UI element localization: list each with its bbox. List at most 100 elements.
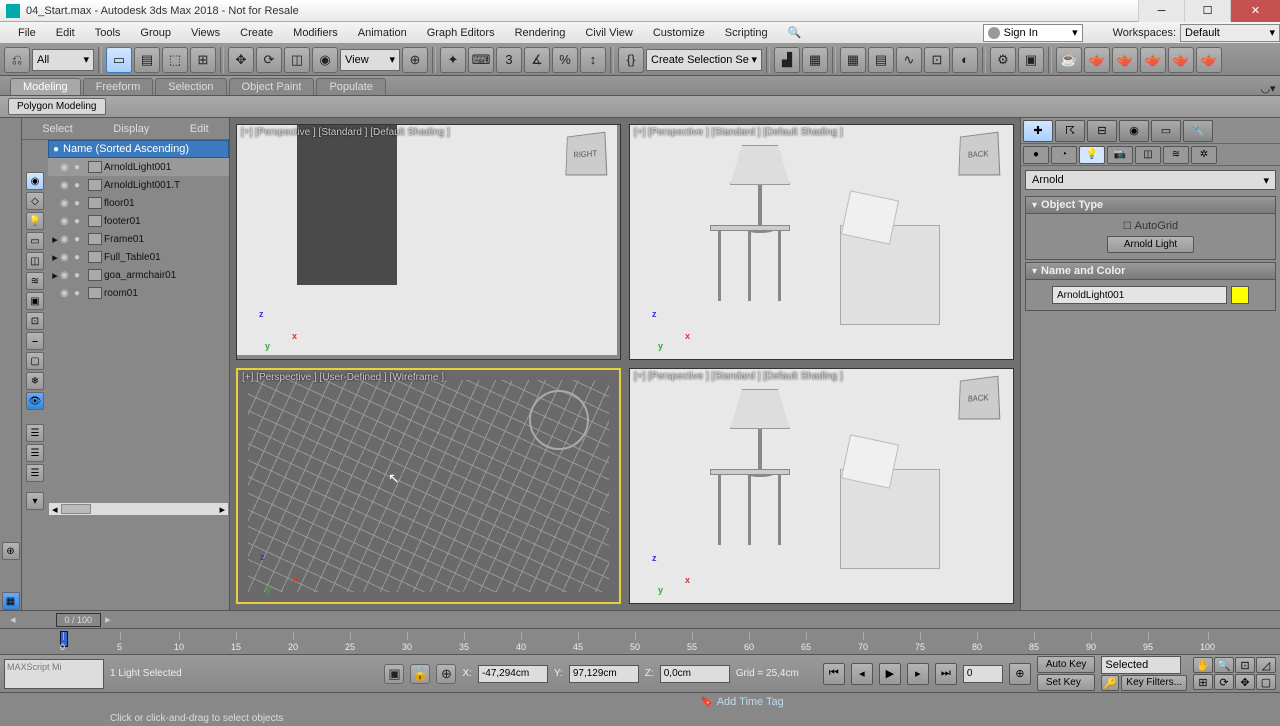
outliner-row[interactable]: ◉●ArnoldLight001.T [48,176,229,194]
name-color-rollout[interactable]: ▾ Name and Color [1025,262,1276,280]
pan-icon[interactable]: ✋ [1193,657,1213,673]
teapot3-icon[interactable]: 🫖 [1140,47,1166,73]
outliner-header[interactable]: ● Name (Sorted Ascending) [48,140,229,158]
ribbon-modeling[interactable]: Modeling [10,78,81,95]
max-toggle-icon[interactable]: ▢ [1256,674,1276,690]
autogrid-checkbox[interactable]: ☐ AutoGrid [1123,220,1178,232]
spacewarp-subtab-icon[interactable]: ≋ [1163,146,1189,164]
render-prod-icon[interactable]: ☕ [1056,47,1082,73]
sort-icon[interactable]: ▾ [26,492,44,510]
zoom-ext-icon[interactable]: ⊞ [1193,674,1213,690]
menu-grapheditors[interactable]: Graph Editors [417,22,505,43]
mirror-icon[interactable]: ▟ [774,47,800,73]
key-mode-icon[interactable]: 🔑 [1101,675,1119,691]
align-icon[interactable]: ▦ [802,47,828,73]
snap-3d-icon[interactable]: 3 [496,47,522,73]
setkey-button[interactable]: Set Key [1037,674,1096,691]
menu-customize[interactable]: Customize [643,22,715,43]
display-child-icon[interactable]: ☰ [26,424,44,442]
polygon-modeling-panel[interactable]: Polygon Modeling [8,98,106,115]
lock-icon[interactable]: 🔒 [410,664,430,684]
goto-end-icon[interactable]: ⏭ [935,663,957,685]
menu-file[interactable]: File [8,22,46,43]
filter-container-icon[interactable]: ▢ [26,352,44,370]
move-icon[interactable]: ✥ [228,47,254,73]
motion-tab-icon[interactable]: ◉ [1119,120,1149,142]
menu-create[interactable]: Create [230,22,283,43]
edit-sel-set-icon[interactable]: {} [618,47,644,73]
y-coord-input[interactable]: 97,129cm [569,665,639,683]
autokey-button[interactable]: Auto Key [1037,656,1096,673]
frame-indicator[interactable]: 0 / 100 [56,613,102,627]
ref-coord-dropdown[interactable]: View▾ [340,49,400,71]
systems-subtab-icon[interactable]: ✲ [1191,146,1217,164]
current-frame-input[interactable]: 0 [963,665,1003,683]
menu-group[interactable]: Group [130,22,181,43]
ribbon-objectpaint[interactable]: Object Paint [229,78,315,95]
rotate-icon[interactable]: ⟳ [256,47,282,73]
toggle-ribbon-icon[interactable]: ▤ [868,47,894,73]
schematic-view-icon[interactable]: ⊡ [924,47,950,73]
modify-tab-icon[interactable]: ☈ [1055,120,1085,142]
manipulate-icon[interactable]: ✦ [440,47,466,73]
minimize-button[interactable]: ─ [1138,0,1184,22]
zoom-all-icon[interactable]: ⊡ [1235,657,1255,673]
filter-bone-icon[interactable]: ⎯ [26,332,44,350]
time-tag-bar[interactable]: 🔖Add Time Tag [0,692,1280,710]
filter-frozen-icon[interactable]: ❄ [26,372,44,390]
teapot1-icon[interactable]: 🫖 [1084,47,1110,73]
menu-rendering[interactable]: Rendering [505,22,576,43]
transform-typein-icon[interactable]: ⊕ [436,664,456,684]
keyfilters-button[interactable]: Key Filters... [1121,675,1187,691]
menu-scripting[interactable]: Scripting [715,22,778,43]
prev-frame-icon[interactable]: ◂ [851,663,873,685]
time-slider-bar[interactable]: ◂ 0 / 100 ▸ [0,610,1280,628]
next-frame-icon[interactable]: ▸ [907,663,929,685]
isolate-icon[interactable]: ▣ [384,664,404,684]
helper-subtab-icon[interactable]: ◫ [1135,146,1161,164]
renderer-dropdown[interactable]: Arnold▾ [1025,170,1276,190]
outliner-hscroll[interactable]: ◂▸ [48,502,229,516]
scene-edit[interactable]: Edit [190,123,209,135]
menu-modifiers[interactable]: Modifiers [283,22,348,43]
signin-dropdown[interactable]: Sign In ▾ [983,24,1083,42]
render-setup-icon[interactable]: ⚙ [990,47,1016,73]
ribbon-freeform[interactable]: Freeform [83,78,154,95]
ribbon-collapse-icon[interactable]: ◡▾ [1256,82,1280,95]
selection-set-dropdown[interactable]: Create Selection Se▾ [646,49,762,71]
keyboard-icon[interactable]: ⌨ [468,47,494,73]
outliner-row[interactable]: ◉●footer01 [48,212,229,230]
arnold-light-button[interactable]: Arnold Light [1107,236,1194,253]
pivot-icon[interactable]: ⊕ [402,47,428,73]
scale-icon[interactable]: ◫ [284,47,310,73]
light-subtab-icon[interactable]: 💡 [1079,146,1105,164]
x-coord-input[interactable]: -47,294cm [478,665,548,683]
filter-group-icon[interactable]: ▣ [26,292,44,310]
outliner-row[interactable]: ▸◉●Frame01 [48,230,229,248]
viewport-bottom-right[interactable]: [+] [Perspective ] [Standard ] [Default … [629,368,1014,604]
viewport-layout-icon[interactable]: ▦ [2,592,20,610]
menu-edit[interactable]: Edit [46,22,85,43]
object-color-swatch[interactable] [1231,286,1249,304]
filter-camera-icon[interactable]: ▭ [26,232,44,250]
ribbon-populate[interactable]: Populate [316,78,385,95]
maxscript-listener[interactable]: MAXScript Mi [4,659,104,689]
curve-editor-icon[interactable]: ∿ [896,47,922,73]
hierarchy-tab-icon[interactable]: ⊟ [1087,120,1117,142]
object-type-rollout[interactable]: ▾ Object Type [1025,196,1276,214]
outliner-row[interactable]: ◉●room01 [48,284,229,302]
camera-subtab-icon[interactable]: 📷 [1107,146,1133,164]
workspace-dropdown[interactable]: Default▾ [1180,24,1280,42]
filter-helper-icon[interactable]: ◫ [26,252,44,270]
orbit-icon[interactable]: ⟳ [1214,674,1234,690]
object-name-input[interactable] [1052,286,1227,304]
filter-xref-icon[interactable]: ⊡ [26,312,44,330]
placement-icon[interactable]: ◉ [312,47,338,73]
display-tab-icon[interactable]: ▭ [1151,120,1181,142]
display-deps-icon[interactable]: ☰ [26,464,44,482]
rect-select-icon[interactable]: ⬚ [162,47,188,73]
scene-display[interactable]: Display [113,123,149,135]
shape-subtab-icon[interactable]: ◔ [1051,146,1077,164]
select-name-icon[interactable]: ▤ [134,47,160,73]
layer-explorer-icon[interactable]: ▦ [840,47,866,73]
